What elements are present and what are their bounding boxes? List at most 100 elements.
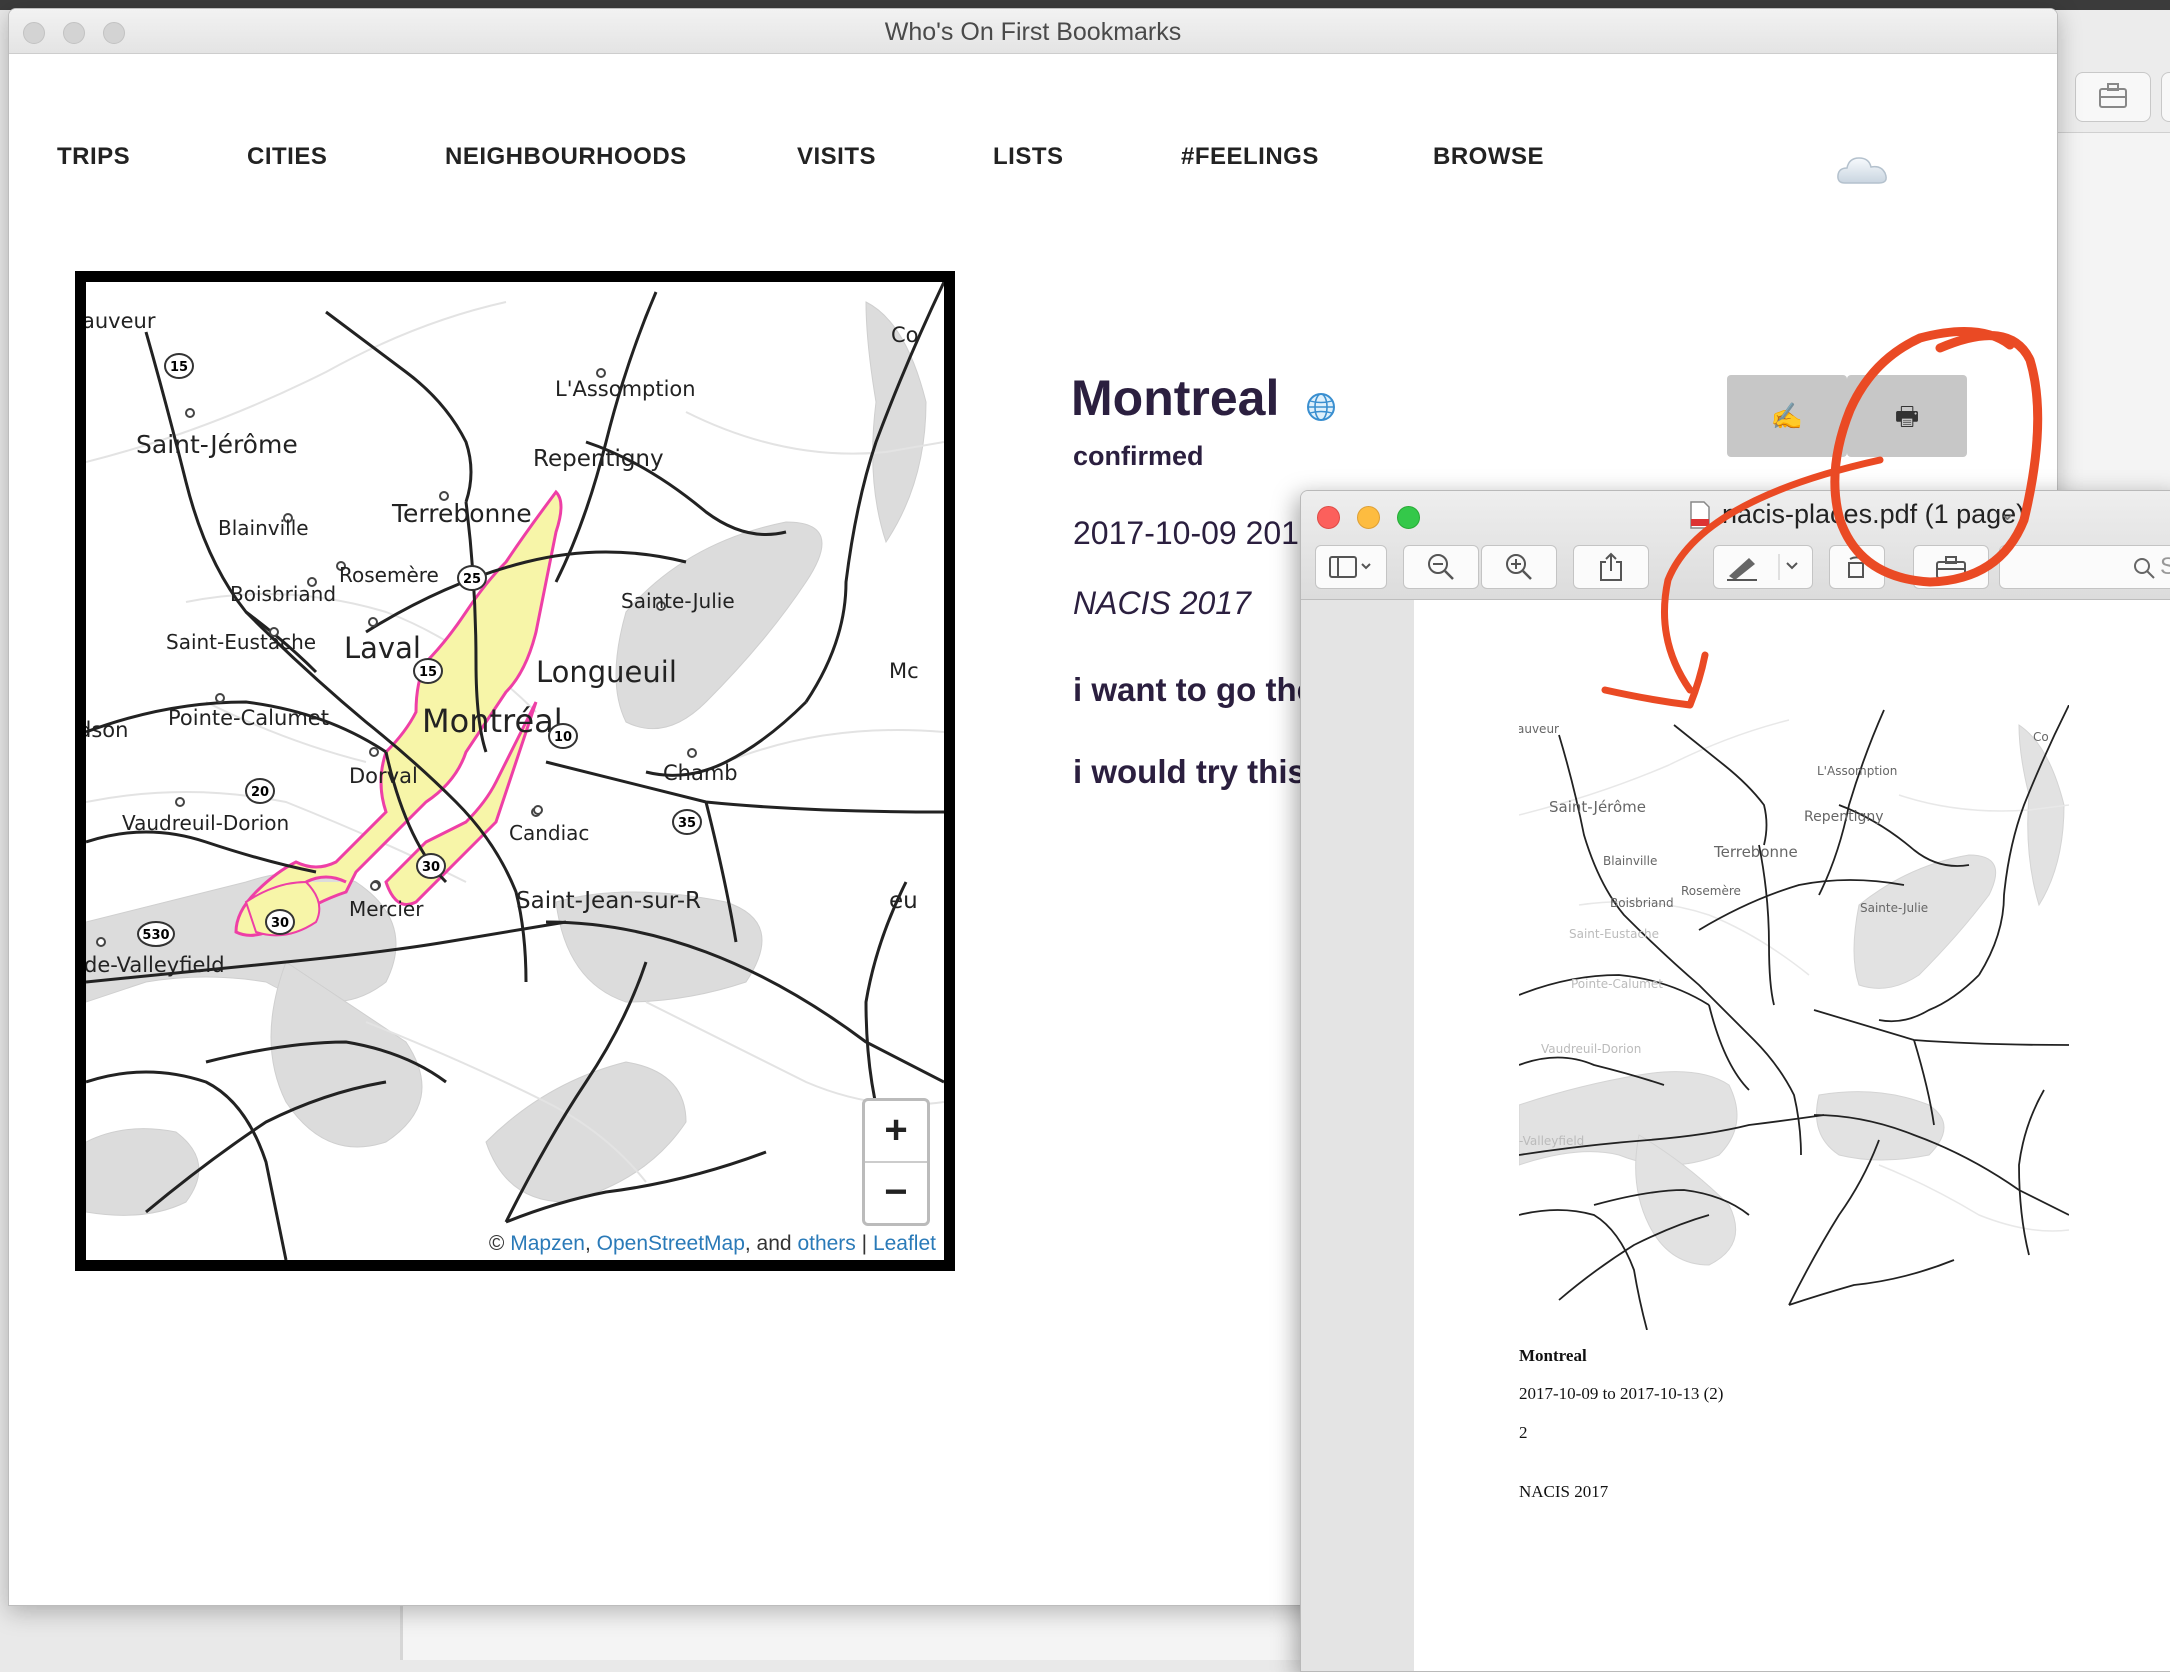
pdf-map-label: auveur	[1519, 722, 1559, 736]
background-button[interactable]	[2161, 72, 2170, 122]
zoom-out-icon	[1428, 554, 1454, 580]
attribution-separator: , and	[744, 1232, 798, 1255]
cloud-icon[interactable]	[1835, 149, 1891, 189]
pdf-map-label: Co	[2033, 730, 2049, 744]
share-button[interactable]	[1573, 545, 1649, 589]
pdf-map-label: L'Assomption	[1817, 764, 1897, 778]
pdf-event: NACIS 2017	[1519, 1482, 1609, 1501]
map-label: Rosemère	[339, 563, 439, 587]
pdf-map-label: Sainte-Julie	[1860, 901, 1928, 915]
map-label: dson	[86, 718, 128, 742]
map-label: Vaudreuil-Dorion	[122, 811, 289, 835]
sidebar-icon	[1329, 556, 1371, 578]
map-label: Pointe-Calumet	[168, 706, 329, 730]
svg-text:15: 15	[170, 360, 188, 375]
sidebar-toggle-button[interactable]	[1315, 545, 1387, 589]
minimize-window-button[interactable]	[1357, 506, 1380, 529]
window-title: Who's On First Bookmarks	[884, 18, 1182, 46]
map-label: Laval	[344, 631, 421, 665]
markup-icon	[1727, 554, 1798, 581]
attribution-copyright: ©	[488, 1232, 511, 1255]
svg-text:20: 20	[251, 785, 269, 800]
pdf-map-label: Repentigny	[1804, 809, 1884, 825]
pdf-map-label: Pointe-Calumet	[1571, 977, 1663, 991]
pdf-map-label: Terrebonne	[1713, 843, 1798, 861]
attribution-separator: ,	[584, 1232, 597, 1255]
attribution-mapzen-link[interactable]: Mapzen	[510, 1232, 585, 1255]
edit-button[interactable]: ✍	[1727, 375, 1847, 457]
zoom-in-button[interactable]	[1481, 545, 1557, 589]
map-label: auveur	[86, 309, 156, 333]
place-status: confirmed	[1073, 441, 1204, 471]
nav-trips[interactable]: TRIPS	[57, 143, 130, 171]
shield-a15b: 15	[413, 658, 443, 684]
print-icon: 🖶	[1894, 401, 1920, 431]
shield-a25: 25	[457, 565, 487, 591]
toolbox-icon	[1936, 556, 1966, 579]
edit-icon: ✍	[1770, 401, 1804, 431]
window-titlebar: Who's On First Bookmarks	[9, 9, 2057, 54]
chevron-down-icon[interactable]: ⌄	[1999, 501, 2016, 526]
map-attribution: © Mapzen, OpenStreetMap, and others | Le…	[482, 1228, 944, 1260]
search-field[interactable]: S	[1999, 545, 2170, 589]
close-window-button[interactable]	[1317, 506, 1340, 529]
shield-a30b: 30	[265, 909, 295, 935]
map-label: Chamb	[663, 761, 738, 785]
map-label: Co	[891, 323, 919, 347]
rotate-button[interactable]	[1829, 545, 1885, 589]
nav-neighbourhoods[interactable]: NEIGHBOURHOODS	[445, 143, 687, 171]
main-nav: TRIPS CITIES NEIGHBOURHOODS VISITS LISTS…	[9, 143, 2057, 193]
print-button[interactable]: 🖶	[1847, 375, 1967, 457]
attribution-separator: |	[855, 1232, 873, 1255]
rotate-icon	[1848, 556, 1866, 578]
pdf-map-label: Vaudreuil-Dorion	[1541, 1042, 1641, 1056]
map-container[interactable]: auveur Co L'Assomption Saint-Jérôme Repe…	[75, 271, 955, 1271]
toolbox-icon	[2099, 83, 2127, 108]
pdf-map-label: Rosemère	[1681, 884, 1741, 898]
toolbox-button[interactable]	[1913, 545, 1989, 589]
pdf-map-label: -Valleyfield	[1519, 1134, 1584, 1148]
share-icon	[1600, 552, 1622, 581]
shield-a20: 20	[245, 778, 275, 804]
pdf-document-icon	[1690, 501, 1710, 529]
map-label: Saint-Eustache	[166, 630, 316, 654]
preview-toolbar: nacis-places.pdf (1 page) ⌄ S	[1301, 491, 2170, 600]
background-window-lower	[400, 1600, 1303, 1660]
map-label: Mercier	[349, 897, 424, 921]
map-zoom-control: + −	[862, 1098, 930, 1226]
nav-browse[interactable]: BROWSE	[1433, 143, 1544, 171]
preview-title[interactable]: nacis-places.pdf (1 page)	[1722, 499, 2025, 530]
pdf-map-label: Boisbriand	[1610, 896, 1674, 910]
pdf-count: 2	[1519, 1423, 1528, 1442]
pdf-map-image: auveur Co L'Assomption Saint-Jérôme Repe…	[1519, 705, 2069, 1330]
attribution-others-link[interactable]: others	[797, 1232, 855, 1255]
zoom-window-button[interactable]	[1397, 506, 1420, 529]
preview-window: nacis-places.pdf (1 page) ⌄ S	[1300, 490, 2170, 1672]
pdf-page[interactable]: auveur Co L'Assomption Saint-Jérôme Repe…	[1414, 600, 2170, 1671]
attribution-osm-link[interactable]: OpenStreetMap	[597, 1232, 745, 1255]
map-label: de-Valleyfield	[86, 953, 225, 977]
search-placeholder: S	[2160, 553, 2170, 581]
zoom-in-icon	[1506, 554, 1532, 580]
map-label: Blainville	[218, 516, 309, 540]
search-icon	[2134, 558, 2155, 579]
map-label: Sainte-Julie	[621, 589, 735, 613]
svg-text:30: 30	[422, 860, 440, 875]
map-canvas[interactable]: auveur Co L'Assomption Saint-Jérôme Repe…	[86, 282, 944, 1260]
zoom-out-button[interactable]	[1403, 545, 1479, 589]
nav-cities[interactable]: CITIES	[247, 143, 327, 171]
svg-text:30: 30	[271, 916, 289, 931]
attribution-leaflet-link[interactable]: Leaflet	[873, 1232, 936, 1255]
nav-lists[interactable]: LISTS	[993, 143, 1064, 171]
nav-feelings[interactable]: #FEELINGS	[1181, 143, 1319, 171]
globe-icon[interactable]	[1305, 391, 1337, 423]
nav-visits[interactable]: VISITS	[797, 143, 876, 171]
map-label: Dorval	[349, 764, 418, 788]
preview-sidebar-gutter	[1301, 600, 1413, 1671]
markup-button[interactable]	[1713, 545, 1813, 589]
place-dates: 2017-10-09 201	[1073, 515, 1299, 551]
zoom-out-button[interactable]: −	[865, 1163, 927, 1223]
background-toolbox-button[interactable]	[2075, 72, 2151, 122]
zoom-in-button[interactable]: +	[865, 1101, 927, 1163]
shield-a35: 35	[672, 809, 702, 835]
